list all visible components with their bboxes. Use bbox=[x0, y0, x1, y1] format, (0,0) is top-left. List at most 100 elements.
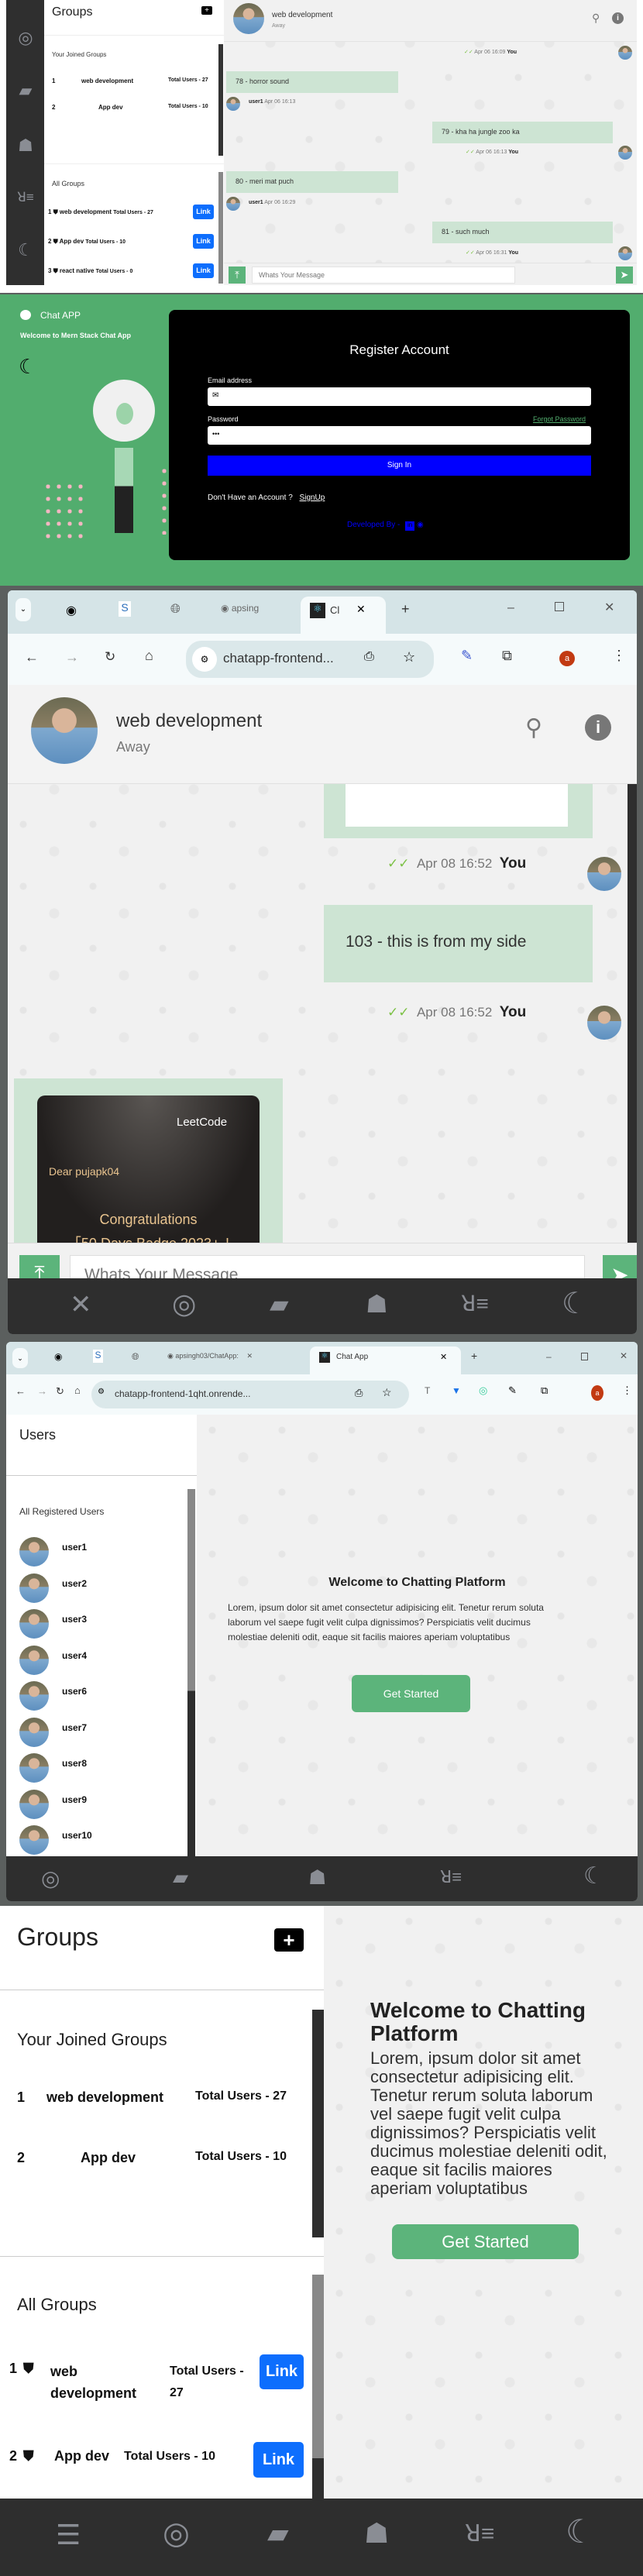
text-extension-icon[interactable]: T bbox=[425, 1385, 430, 1396]
extension-icon[interactable]: ▼ bbox=[452, 1385, 461, 1396]
menu-kebab-icon[interactable]: ⋮ bbox=[622, 1384, 632, 1397]
user-list-item[interactable]: user10 bbox=[19, 1825, 182, 1856]
reload-icon[interactable]: ↻ bbox=[56, 1385, 64, 1398]
link-button[interactable]: Link bbox=[193, 263, 214, 278]
tab-chat-app-active[interactable]: ⚛ Chat App ✕ bbox=[310, 1346, 461, 1374]
scrollbar[interactable] bbox=[312, 2010, 324, 2237]
info-icon[interactable]: i bbox=[585, 714, 611, 741]
install-app-icon[interactable]: ⎙ bbox=[355, 1387, 363, 1399]
email-field[interactable]: ✉ bbox=[208, 387, 591, 406]
moon-icon[interactable]: ☾ bbox=[562, 1286, 588, 1321]
groups-icon[interactable]: ☗ bbox=[366, 1289, 388, 1319]
back-icon[interactable]: ← bbox=[15, 1385, 26, 1397]
chat-icon[interactable]: ▰ bbox=[15, 81, 36, 101]
profile-icon[interactable]: ◎ bbox=[163, 2516, 190, 2551]
contacts-icon[interactable]: ꓤ≡ bbox=[465, 2520, 494, 2547]
radar-extension-icon[interactable]: ◎ bbox=[479, 1384, 487, 1397]
eyedropper-icon[interactable]: ✎ bbox=[508, 1384, 517, 1397]
dark-mode-icon[interactable]: ☾ bbox=[19, 355, 36, 379]
joined-group-row[interactable]: 1 web development Total Users - 27 bbox=[52, 77, 215, 84]
scrollbar[interactable] bbox=[218, 44, 223, 156]
tab-github-repo[interactable]: ◉ apsing bbox=[221, 603, 259, 614]
url-field[interactable]: ⚙ chatapp-frontend-1qht.onrende... ⎙ ☆ bbox=[91, 1381, 409, 1408]
contacts-icon[interactable]: ꓤ≡ bbox=[15, 187, 36, 208]
profile-icon[interactable]: ◎ bbox=[41, 1866, 60, 1891]
moon-icon[interactable]: ☾ bbox=[566, 2512, 595, 2550]
groups-icon[interactable]: ☗ bbox=[308, 1866, 326, 1890]
scrollbar[interactable] bbox=[218, 172, 223, 284]
tab-search-icon[interactable]: ⌄ bbox=[12, 1348, 28, 1368]
joined-group-row[interactable]: 2 App dev Total Users - 10 bbox=[52, 104, 215, 111]
user-list-item[interactable]: user6 bbox=[19, 1681, 182, 1712]
user-list-item[interactable]: user8 bbox=[19, 1753, 182, 1784]
message-input[interactable] bbox=[252, 267, 515, 284]
link-button[interactable]: Link bbox=[253, 2442, 304, 2478]
tab-github[interactable]: ◉ bbox=[66, 603, 77, 618]
back-icon[interactable]: ← bbox=[25, 649, 39, 665]
close-window-icon[interactable]: ✕ bbox=[604, 600, 614, 615]
new-group-icon[interactable]: + bbox=[274, 1928, 304, 1952]
extensions-icon[interactable]: ⧉ bbox=[502, 648, 512, 664]
chat-icon[interactable]: ▰ bbox=[267, 2517, 289, 2550]
reload-icon[interactable]: ↻ bbox=[105, 649, 115, 665]
tab-s[interactable]: S bbox=[93, 1350, 103, 1363]
url-field[interactable]: ⚙ chatapp-frontend... ⎙ ☆ bbox=[186, 641, 434, 678]
moon-icon[interactable]: ☾ bbox=[583, 1862, 604, 1890]
tab-chat-app-active[interactable]: ⚛ Cl ✕ bbox=[301, 597, 386, 634]
home-icon[interactable]: ⌂ bbox=[145, 648, 153, 664]
profile-icon[interactable]: ◎ bbox=[15, 28, 36, 48]
hamburger-menu-icon[interactable]: ☰ bbox=[56, 2519, 81, 2551]
get-started-button[interactable]: Get Started bbox=[352, 1675, 470, 1712]
maximize-icon[interactable] bbox=[581, 1353, 588, 1360]
forward-icon[interactable]: → bbox=[37, 1385, 47, 1397]
link-button[interactable]: Link bbox=[193, 205, 214, 219]
tab-globe[interactable]: 🌐︎ bbox=[170, 603, 181, 617]
bookmark-star-icon[interactable]: ☆ bbox=[403, 649, 415, 665]
link-button[interactable]: Link bbox=[193, 234, 214, 249]
search-icon[interactable]: ⚲ bbox=[525, 714, 542, 741]
tab-search-icon[interactable]: ⌄ bbox=[15, 598, 31, 621]
site-settings-icon[interactable]: ⚙ bbox=[192, 647, 217, 672]
groups-icon[interactable]: ☗ bbox=[364, 2517, 389, 2550]
get-started-button[interactable]: Get Started bbox=[392, 2224, 579, 2259]
user-list-item[interactable]: user7 bbox=[19, 1717, 182, 1749]
new-tab-icon[interactable]: + bbox=[401, 601, 410, 617]
chat-icon[interactable]: ▰ bbox=[173, 1866, 188, 1890]
link-button[interactable]: Link bbox=[260, 2354, 304, 2389]
user-list-item[interactable]: user1 bbox=[19, 1537, 182, 1568]
minimize-icon[interactable]: – bbox=[507, 601, 514, 615]
tab-close-icon[interactable]: ✕ bbox=[356, 603, 366, 616]
home-icon[interactable]: ⌂ bbox=[74, 1384, 81, 1396]
tab-close-icon[interactable]: ✕ bbox=[246, 1352, 253, 1360]
new-group-icon[interactable]: + bbox=[201, 6, 212, 15]
close-window-icon[interactable]: ✕ bbox=[620, 1350, 628, 1361]
signup-link[interactable]: SignUp bbox=[300, 494, 325, 502]
site-settings-icon[interactable]: ⚙ bbox=[98, 1388, 105, 1396]
tab-github[interactable]: ◉ bbox=[54, 1351, 62, 1362]
install-app-icon[interactable]: ⎙ bbox=[364, 650, 374, 664]
upload-icon[interactable]: ⤒ bbox=[229, 267, 246, 284]
send-icon[interactable]: ➤ bbox=[616, 267, 633, 284]
chat-icon[interactable]: ▰ bbox=[270, 1289, 289, 1319]
close-icon[interactable]: ✕ bbox=[70, 1289, 92, 1320]
groups-icon[interactable]: ☗ bbox=[15, 136, 36, 156]
sign-in-button[interactable]: Sign In bbox=[208, 456, 591, 476]
profile-avatar[interactable]: a bbox=[559, 651, 575, 666]
contacts-icon[interactable]: ꓤ≡ bbox=[440, 1867, 462, 1887]
user-list-item[interactable]: user2 bbox=[19, 1573, 182, 1604]
user-list-item[interactable]: user3 bbox=[19, 1609, 182, 1640]
forward-icon[interactable]: → bbox=[65, 649, 79, 665]
joined-group-row[interactable]: 2 App dev Total Users - 10 bbox=[17, 2150, 296, 2166]
joined-group-row[interactable]: 1 web development Total Users - 27 bbox=[17, 2089, 296, 2106]
user-list-item[interactable]: user4 bbox=[19, 1645, 182, 1677]
profile-avatar[interactable]: a bbox=[591, 1385, 603, 1401]
leetcode-badge-image[interactable]: LeetCode Dear pujapk04 Congratulations 「… bbox=[37, 1095, 260, 1251]
info-icon[interactable]: i bbox=[612, 12, 624, 24]
minimize-icon[interactable]: – bbox=[546, 1351, 552, 1362]
extensions-icon[interactable]: ⧉ bbox=[541, 1384, 548, 1397]
forgot-password-link[interactable]: Forgot Password bbox=[533, 415, 586, 423]
bookmark-star-icon[interactable]: ☆ bbox=[382, 1386, 392, 1399]
password-field[interactable]: ••• bbox=[208, 426, 591, 445]
linkedin-icon[interactable]: in bbox=[405, 521, 415, 531]
tab-close-icon[interactable]: ✕ bbox=[440, 1352, 447, 1362]
